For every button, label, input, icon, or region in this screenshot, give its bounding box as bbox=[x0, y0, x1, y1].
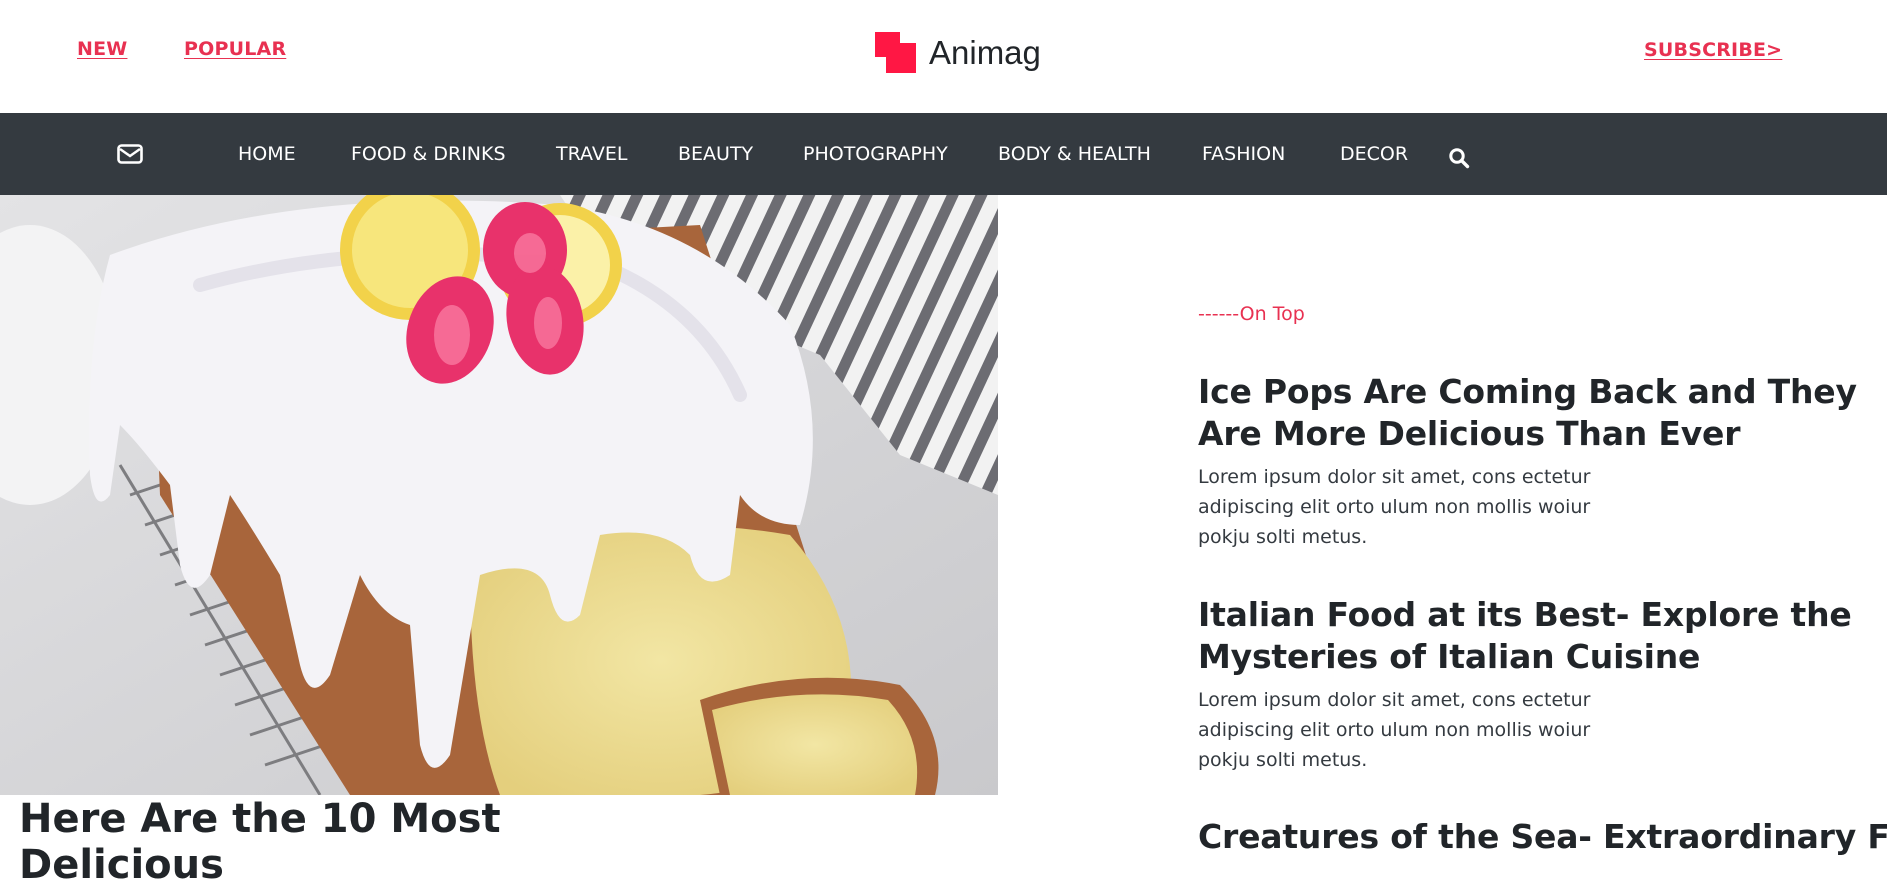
top-header: NEW POPULAR Animag SUBSCRIBE> bbox=[0, 0, 1887, 113]
cake-illustration bbox=[0, 195, 998, 795]
nav-item-home[interactable]: HOME bbox=[238, 113, 296, 195]
nav-item-photography[interactable]: PHOTOGRAPHY bbox=[803, 113, 948, 195]
nav-item-decor[interactable]: DECOR bbox=[1340, 113, 1408, 195]
article-title[interactable]: Creatures of the Sea- Extraordinary Food bbox=[1198, 816, 1887, 858]
article-item[interactable]: Italian Food at its Best- Explore the My… bbox=[1198, 594, 1887, 775]
subscribe-link[interactable]: SUBSCRIBE> bbox=[1644, 39, 1782, 61]
nav-item-travel[interactable]: TRAVEL bbox=[556, 113, 627, 195]
article-item[interactable]: Creatures of the Sea- Extraordinary Food bbox=[1198, 816, 1887, 858]
brand-name: Animag bbox=[929, 34, 1041, 71]
article-title[interactable]: Ice Pops Are Coming Back and They Are Mo… bbox=[1198, 371, 1887, 455]
new-link[interactable]: NEW bbox=[77, 38, 127, 60]
nav-item-fashion[interactable]: FASHION bbox=[1202, 113, 1285, 195]
popular-link[interactable]: POPULAR bbox=[184, 38, 286, 60]
article-excerpt: Lorem ipsum dolor sit amet, cons ectetur… bbox=[1198, 689, 1591, 771]
article-excerpt: Lorem ipsum dolor sit amet, cons ectetur… bbox=[1198, 466, 1591, 548]
envelope-icon[interactable] bbox=[117, 144, 143, 164]
article-title[interactable]: Italian Food at its Best- Explore the My… bbox=[1198, 594, 1887, 678]
nav-item-food-drinks[interactable]: FOOD & DRINKS bbox=[351, 113, 506, 195]
feature-image[interactable] bbox=[0, 195, 998, 795]
search-icon[interactable] bbox=[1448, 147, 1470, 169]
article-item[interactable]: Ice Pops Are Coming Back and They Are Mo… bbox=[1198, 371, 1887, 552]
section-label: ------On Top bbox=[1198, 303, 1305, 325]
nav-item-body-health[interactable]: BODY & HEALTH bbox=[998, 113, 1151, 195]
brand-logo[interactable]: Animag bbox=[875, 32, 1041, 74]
nav-item-beauty[interactable]: BEAUTY bbox=[678, 113, 753, 195]
main-nav: HOME FOOD & DRINKS TRAVEL BEAUTY PHOTOGR… bbox=[0, 113, 1887, 195]
logo-mark-icon bbox=[875, 32, 917, 74]
feature-title[interactable]: Here Are the 10 Most Delicious bbox=[19, 796, 719, 888]
